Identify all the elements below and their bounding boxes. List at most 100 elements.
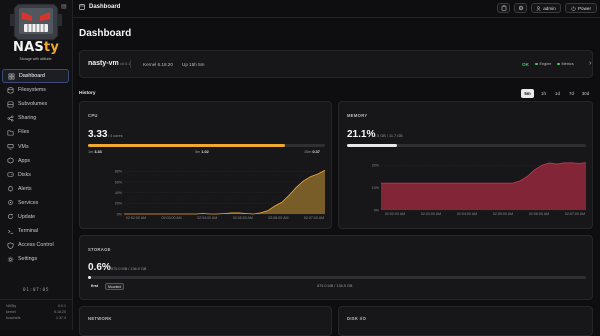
storage-progress-bar: [88, 276, 586, 279]
divider: [130, 60, 131, 68]
cpu-cores-label: / 4 cores: [108, 134, 123, 138]
memory-progress-fill: [347, 144, 398, 147]
x-tick-label: 02:04:00 AM: [197, 216, 217, 220]
x-tick-label: 02:02:00 AM: [126, 216, 146, 220]
y-tick-label: 20%: [372, 164, 380, 168]
x-tick-label: 02:04:00 AM: [457, 212, 477, 216]
sidebar-item-update[interactable]: Update: [2, 210, 69, 224]
sidebar-item-access-control[interactable]: Access Control: [2, 238, 69, 252]
access-control-icon: [6, 241, 14, 249]
status-badge: OK: [522, 61, 529, 67]
user-menu-button[interactable]: admin: [531, 3, 561, 13]
chevron-right-icon[interactable]: ›: [589, 60, 591, 67]
x-tick-label: 02:05:00 AM: [493, 212, 513, 216]
storage-card[interactable]: STORAGE 0.6% 875.0 MB / 136.9 GB first M…: [79, 235, 593, 300]
cpu-history-chart: 0% 20% 40% 60% 80% 02:02:00 AM 02:03:00 AM 02:0…: [115, 170, 326, 220]
power-icon: [571, 5, 576, 11]
clipboard-icon: [501, 5, 506, 11]
memory-progress-bar: [347, 144, 586, 147]
system-summary-card[interactable]: nasty-vm v0.0.1 Kernel 6.18.20 Up 15h 5m…: [79, 50, 593, 78]
x-tick-label: 02:06:00 AM: [268, 216, 288, 220]
notes-button[interactable]: [497, 3, 510, 13]
apps-icon: [6, 157, 14, 165]
user-icon: [536, 5, 541, 11]
sidebar-nav: Dashboard Filesystems Subvolumes Sharing Fil…: [2, 69, 69, 266]
sidebar-item-label: Services: [18, 199, 39, 206]
storage-percent-value: 0.6%: [88, 262, 111, 273]
engine-label: Engine: [539, 62, 552, 66]
sidebar-item-sharing[interactable]: Sharing: [2, 111, 69, 125]
sidebar-item-label: Apps: [18, 157, 31, 164]
range-1d[interactable]: 1d: [551, 89, 564, 98]
sidebar-item-label: Disks: [18, 171, 31, 178]
x-tick-label: 02:03:00 AM: [162, 216, 182, 220]
sidebar-item-label: Filesystems: [18, 87, 46, 94]
load-15m: 15m 0.37: [304, 150, 320, 154]
version-row: bcachefs 1.37.4: [0, 315, 72, 321]
cpu-series-area: [124, 170, 325, 214]
history-heading: History: [79, 91, 96, 96]
y-tick-label: 0%: [374, 208, 380, 212]
sidebar-item-dashboard[interactable]: Dashboard: [2, 69, 69, 84]
user-name: admin: [543, 5, 556, 11]
sidebar-item-settings[interactable]: Settings: [2, 252, 69, 266]
filesystems-icon: [6, 86, 14, 94]
sidebar-item-label: Sharing: [18, 115, 37, 122]
divider: [0, 299, 72, 300]
sidebar-item-filesystems[interactable]: Filesystems: [2, 83, 69, 97]
y-tick-label: 10%: [372, 186, 380, 190]
gear-icon: [518, 5, 523, 11]
sharing-icon: [6, 114, 14, 122]
services-icon: [6, 199, 14, 207]
sidebar: ▤ NASty Storage with attitude. Dashboard…: [0, 0, 73, 330]
brand-tagline: Storage with attitude.: [19, 57, 53, 61]
collapse-sidebar-icon[interactable]: ▤: [61, 3, 67, 10]
version-name: bcachefs: [6, 316, 21, 320]
version-label: v0.0.1: [120, 62, 131, 66]
app-window: ▤ NASty Storage with attitude. Dashboard…: [0, 0, 600, 336]
sidebar-item-label: Dashboard: [19, 73, 45, 80]
metrics-status: Metrics: [557, 62, 574, 66]
network-label: NETWORK: [88, 316, 112, 321]
range-5m[interactable]: 5m: [521, 89, 534, 98]
sidebar-item-disks[interactable]: Disks: [2, 168, 69, 182]
sidebar-item-label: Alerts: [18, 185, 32, 192]
page-title: Dashboard: [79, 28, 132, 39]
sidebar-item-files[interactable]: Files: [2, 125, 69, 139]
update-icon: [6, 213, 14, 221]
x-tick-label: 02:02:00 AM: [385, 212, 405, 216]
range-30d[interactable]: 30d: [579, 89, 592, 98]
memory-history-chart: 0% 10% 20% 02:02:00 AM 02:03:00 AM 02:04:00 A…: [372, 162, 587, 216]
sidebar-item-apps[interactable]: Apps: [2, 154, 69, 168]
version-value: 1.37.4: [56, 316, 66, 320]
x-tick-label: 02:07:00 AM: [304, 216, 324, 220]
range-7d[interactable]: 7d: [565, 89, 578, 98]
memory-series-area: [381, 162, 586, 210]
subvolumes-icon: [6, 100, 14, 108]
pool-detail: 875.0 MB / 136.9 GB: [317, 284, 353, 288]
sidebar-item-terminal[interactable]: Terminal: [2, 224, 69, 238]
y-tick-label: 40%: [115, 191, 123, 195]
storage-detail: 875.0 MB / 136.9 GB: [111, 267, 147, 271]
sidebar-item-alerts[interactable]: Alerts: [2, 182, 69, 196]
sidebar-footer: 01:07:05 NASty 0.0.1 kernel 6.18.20 bcachefs…: [0, 288, 72, 321]
disk-io-card: DISK I/O: [338, 306, 593, 336]
sidebar-item-subvolumes[interactable]: Subvolumes: [2, 97, 69, 111]
power-button[interactable]: Power: [565, 3, 597, 13]
hostname: nasty-vm: [88, 60, 119, 67]
memory-card: MEMORY 21.1% 2.5 GB / 11.7 GB 0% 10% 20% 02…: [338, 101, 593, 229]
x-tick-label: 02:05:00 AM: [233, 216, 253, 220]
y-tick-label: 80%: [115, 170, 123, 174]
settings-button[interactable]: [514, 3, 527, 13]
sidebar-item-services[interactable]: Services: [2, 196, 69, 210]
pool-status-badge: Mounted: [105, 283, 125, 290]
dashboard-icon: [79, 4, 85, 10]
sidebar-item-label: Subvolumes: [18, 101, 48, 108]
terminal-icon: [6, 227, 14, 235]
sidebar-item-vms[interactable]: VMs: [2, 139, 69, 153]
x-tick-label: 02:07:00 AM: [565, 212, 585, 216]
status-dot-icon: [557, 62, 560, 66]
vms-icon: [6, 143, 14, 151]
range-1h[interactable]: 1h: [537, 89, 550, 98]
uptime-label: Up 15h 5m: [182, 61, 205, 67]
